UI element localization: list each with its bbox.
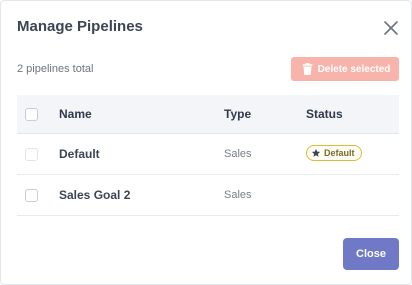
table-row[interactable]: Sales Goal 2 Sales <box>17 175 399 216</box>
table-row[interactable]: Default Sales Default <box>17 134 399 175</box>
delete-selected-button[interactable]: Delete selected <box>291 57 399 81</box>
pipeline-type: Sales <box>224 189 252 201</box>
header-name: Name <box>59 107 92 121</box>
row-checkbox[interactable] <box>25 188 38 202</box>
delete-selected-label: Delete selected <box>317 63 391 75</box>
close-button[interactable]: Close <box>343 238 399 270</box>
pipelines-total-text: 2 pipelines total <box>17 63 94 75</box>
modal-title: Manage Pipelines <box>17 18 143 35</box>
pipeline-type: Sales <box>224 148 252 160</box>
close-icon[interactable] <box>383 20 399 36</box>
header-type: Type <box>224 107 252 121</box>
trash-icon <box>302 63 313 75</box>
header-status: Status <box>306 107 343 121</box>
star-icon <box>311 148 321 158</box>
manage-pipelines-modal: Manage Pipelines 2 pipelines total Delet… <box>0 0 412 285</box>
select-all-checkbox[interactable] <box>25 107 38 121</box>
table-header: Name Type Status <box>17 95 399 134</box>
status-badge-label: Default <box>324 148 355 158</box>
status-badge: Default <box>306 145 362 161</box>
pipeline-name: Sales Goal 2 <box>59 188 131 202</box>
pipeline-name: Default <box>59 147 100 161</box>
pipelines-table: Name Type Status Default Sales Default S… <box>17 95 399 216</box>
row-checkbox[interactable] <box>25 147 38 161</box>
